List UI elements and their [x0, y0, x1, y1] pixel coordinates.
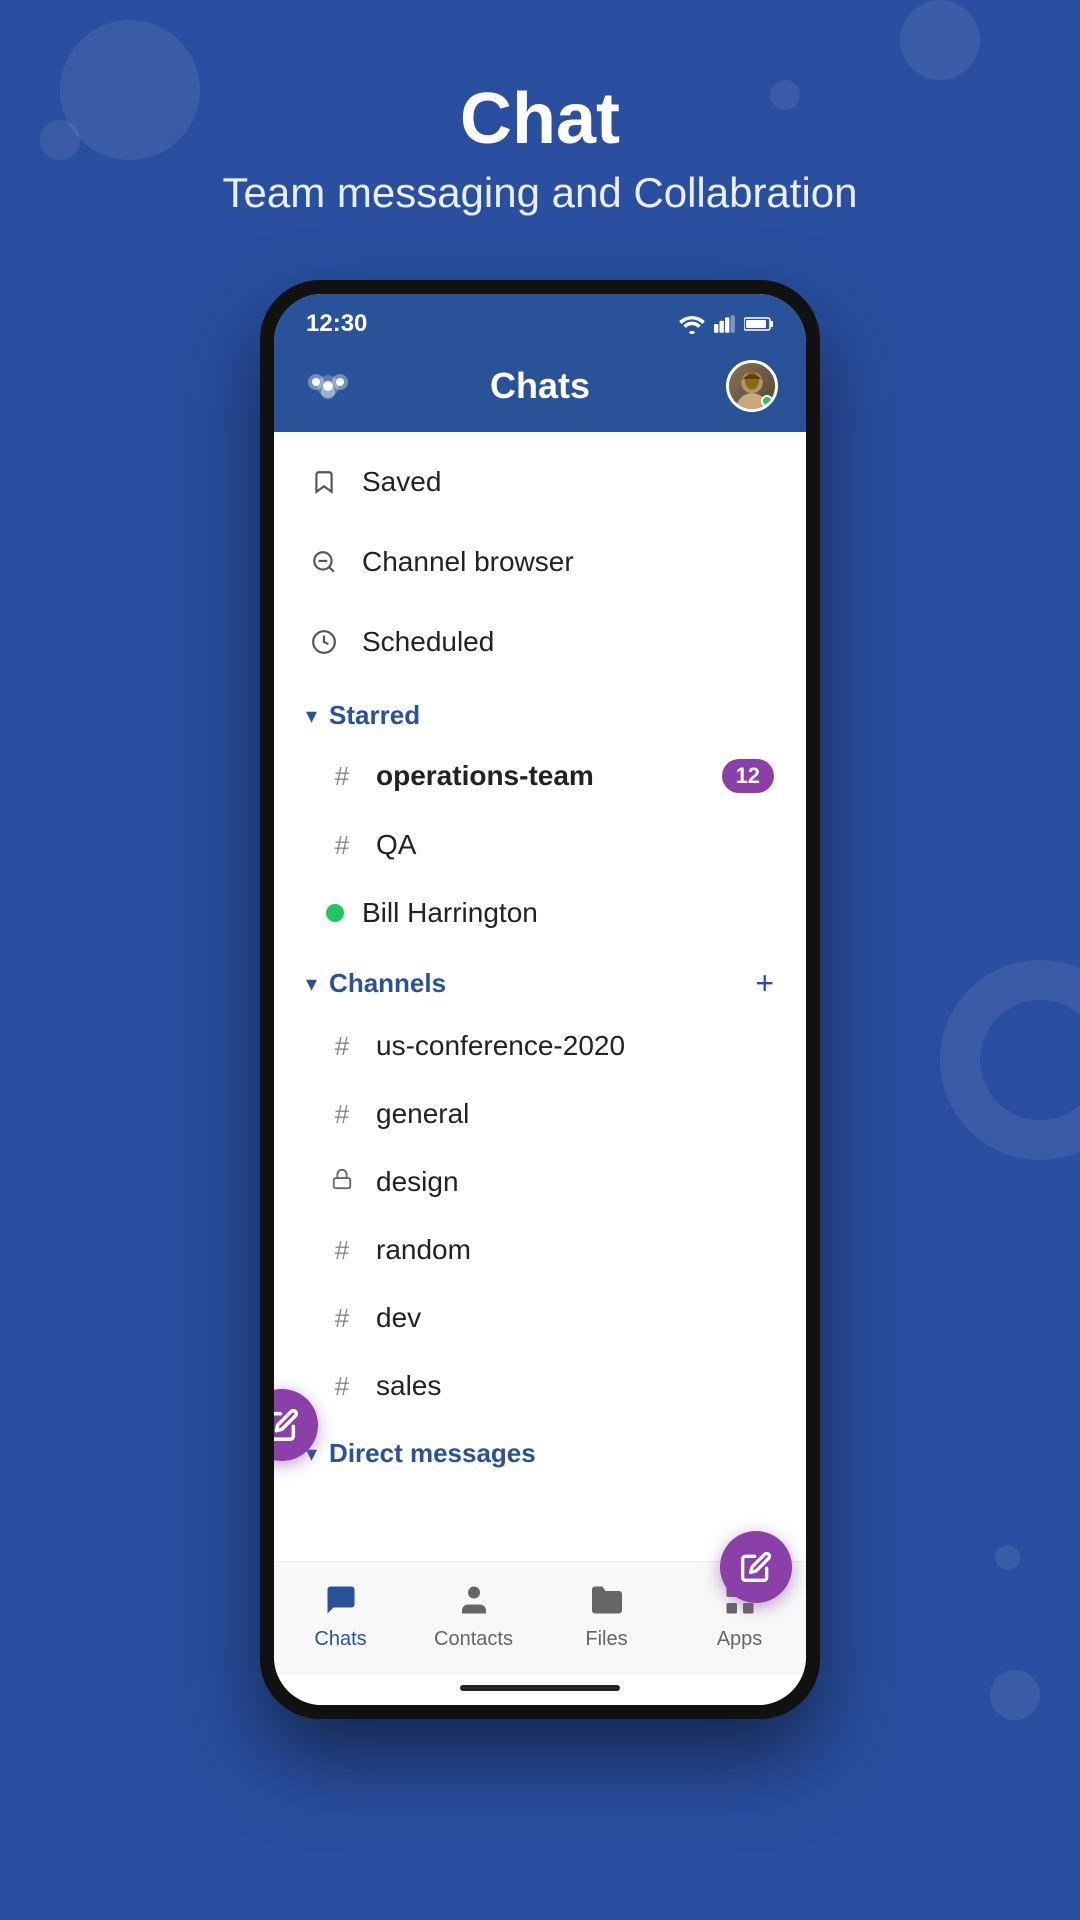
phone-frame: 12:30 — [260, 280, 820, 1719]
phone-screen: 12:30 — [274, 294, 806, 1705]
starred-operations-team[interactable]: # operations-team 12 — [274, 741, 806, 811]
starred-bill-harrington[interactable]: Bill Harrington — [274, 879, 806, 947]
apps-nav-label: Apps — [717, 1628, 763, 1651]
dev-label: dev — [376, 1302, 421, 1334]
hero-subtitle: Team messaging and Collabration — [0, 169, 1080, 217]
app-header: Chats — [274, 348, 806, 432]
sales-label: sales — [376, 1370, 441, 1402]
channel-design[interactable]: design — [274, 1148, 806, 1216]
chats-nav-label: Chats — [314, 1628, 366, 1651]
user-avatar[interactable] — [726, 360, 778, 412]
bg-decoration-arc — [940, 960, 1080, 1160]
bg-decoration-6 — [995, 1545, 1020, 1570]
add-channel-button[interactable]: + — [755, 965, 774, 1002]
random-label: random — [376, 1234, 471, 1266]
operations-badge: 12 — [722, 759, 774, 793]
nav-contacts[interactable]: Contacts — [407, 1578, 540, 1651]
scheduled-item[interactable]: Scheduled — [274, 602, 806, 682]
channel-browser-item[interactable]: Channel browser — [274, 522, 806, 602]
nav-files[interactable]: Files — [540, 1578, 673, 1651]
direct-messages-section-header[interactable]: ▾ Direct messages — [274, 1420, 806, 1479]
contacts-nav-label: Contacts — [434, 1628, 513, 1651]
hash-icon-qa: # — [326, 830, 358, 861]
channels-section-header[interactable]: ▾ Channels + — [274, 947, 806, 1012]
status-icons — [678, 314, 774, 334]
channel-browser-label: Channel browser — [362, 546, 574, 578]
starred-chevron-icon: ▾ — [306, 703, 317, 729]
starred-qa[interactable]: # QA — [274, 811, 806, 879]
hero-section: Chat Team messaging and Collabration — [0, 0, 1080, 257]
home-bar — [460, 1685, 620, 1691]
wifi-icon — [678, 314, 706, 334]
us-conference-label: us-conference-2020 — [376, 1030, 625, 1062]
channel-general[interactable]: # general — [274, 1080, 806, 1148]
channel-random[interactable]: # random — [274, 1216, 806, 1284]
channel-sales[interactable]: # sales — [274, 1352, 806, 1420]
contacts-nav-icon — [452, 1578, 496, 1622]
general-label: general — [376, 1098, 469, 1130]
dm-section-label: Direct messages — [329, 1438, 536, 1469]
bg-decoration-5 — [990, 1670, 1040, 1720]
compose-fab-button-overlay[interactable] — [720, 1531, 792, 1603]
channel-browser-icon — [306, 544, 342, 580]
online-status-dot — [326, 904, 344, 922]
compose-icon — [274, 1408, 299, 1442]
clock-icon — [306, 624, 342, 660]
phone-mockup: 12:30 — [260, 280, 820, 1719]
saved-label: Saved — [362, 466, 441, 498]
compose-pencil-icon — [740, 1551, 772, 1583]
saved-item[interactable]: Saved — [274, 442, 806, 522]
avatar-online-dot — [761, 395, 773, 407]
hash-icon-general: # — [326, 1099, 358, 1130]
hash-icon-random: # — [326, 1235, 358, 1266]
status-bar: 12:30 — [274, 294, 806, 348]
bookmark-icon — [306, 464, 342, 500]
bill-harrington-label: Bill Harrington — [362, 897, 538, 929]
hero-title: Chat — [0, 80, 1080, 159]
channel-us-conference[interactable]: # us-conference-2020 — [274, 1012, 806, 1080]
hash-icon-us-conference: # — [326, 1031, 358, 1062]
starred-section-header[interactable]: ▾ Starred — [274, 682, 806, 741]
nav-chats[interactable]: Chats — [274, 1578, 407, 1651]
channel-dev[interactable]: # dev — [274, 1284, 806, 1352]
battery-icon — [744, 314, 774, 334]
app-logo-icon[interactable] — [302, 360, 354, 412]
hash-icon-dev: # — [326, 1303, 358, 1334]
design-label: design — [376, 1166, 459, 1198]
channels-chevron-icon: ▾ — [306, 971, 317, 997]
scheduled-label: Scheduled — [362, 626, 494, 658]
starred-section-label: Starred — [329, 700, 420, 731]
qa-label: QA — [376, 829, 416, 861]
hash-icon-sales: # — [326, 1371, 358, 1402]
operations-team-label: operations-team — [376, 760, 594, 792]
lock-icon-design — [326, 1167, 358, 1198]
chat-nav-icon — [319, 1578, 363, 1622]
signal-icon — [714, 314, 736, 334]
chat-list: Saved Channel browser — [274, 432, 806, 1489]
home-indicator — [274, 1675, 806, 1705]
files-nav-icon — [585, 1578, 629, 1622]
hash-icon-operations: # — [326, 761, 358, 792]
files-nav-label: Files — [585, 1628, 627, 1651]
app-title: Chats — [490, 365, 590, 407]
channels-section-label: Channels — [329, 968, 446, 999]
status-time: 12:30 — [306, 310, 367, 338]
